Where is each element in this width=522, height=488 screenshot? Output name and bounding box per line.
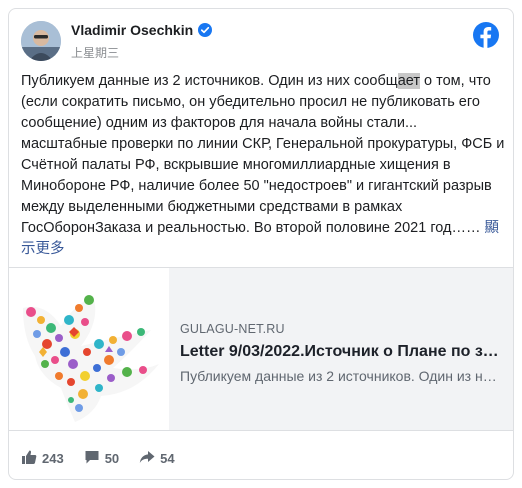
like-button[interactable]: 243 (21, 449, 64, 468)
verified-badge-icon (198, 23, 213, 37)
comment-icon (84, 449, 100, 468)
facebook-logo-icon[interactable] (473, 22, 499, 48)
share-button[interactable]: 54 (139, 449, 175, 468)
share-count: 54 (160, 451, 175, 466)
post-stats-bar: 243 50 54 (21, 449, 175, 468)
post-text-part: Публикуем данные из 2 источников. Один и… (21, 73, 398, 89)
preview-description: Публикуем данные из 2 источников. Один и… (180, 368, 501, 384)
comment-count: 50 (104, 451, 120, 466)
preview-text: GULAGU-NET.RU Letter 9/03/2022.Источник … (180, 322, 501, 384)
preview-image-dove (9, 268, 169, 430)
post-body: Публикуем данные из 2 источников. Один и… (21, 71, 505, 260)
author-name[interactable]: Vladimir Osechkin (71, 22, 193, 38)
post-timestamp[interactable]: 上星期三 (71, 44, 119, 61)
post-header: Vladimir Osechkin 上星期三 (21, 19, 501, 67)
comment-button[interactable]: 50 (84, 449, 119, 468)
like-count: 243 (42, 451, 64, 466)
post-text-part: о том, что (если сократить письмо, он уб… (21, 73, 509, 236)
link-preview[interactable]: GULAGU-NET.RU Letter 9/03/2022.Источник … (9, 267, 513, 431)
post-text-highlight: ает (397, 73, 420, 89)
preview-domain: GULAGU-NET.RU (180, 322, 285, 336)
author-row: Vladimir Osechkin (71, 22, 213, 38)
like-icon (21, 449, 37, 468)
avatar[interactable] (21, 21, 61, 61)
preview-title[interactable]: Letter 9/03/2022.Источник о Плане по зах… (180, 343, 501, 361)
facebook-post-card: Vladimir Osechkin 上星期三 Публикуем данные … (8, 8, 514, 480)
share-icon (139, 449, 155, 468)
